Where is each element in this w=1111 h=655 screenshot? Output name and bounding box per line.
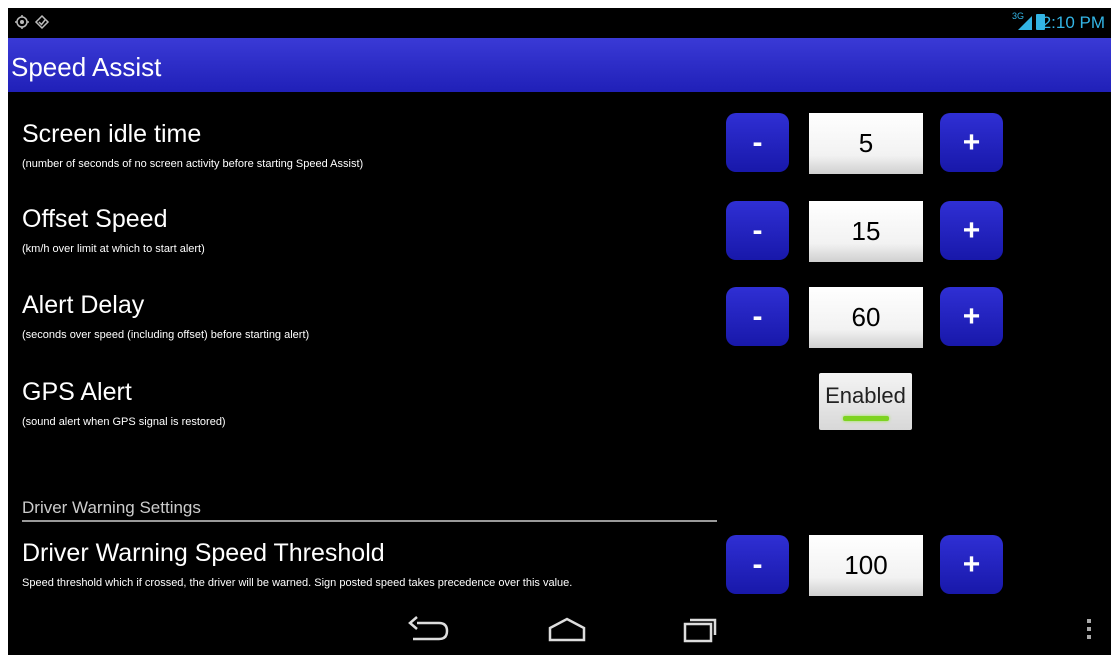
- setting-title: GPS Alert: [22, 378, 132, 406]
- setting-description: (number of seconds of no screen activity…: [22, 158, 364, 170]
- action-bar: Speed Assist: [8, 38, 1111, 92]
- app-title: Speed Assist: [11, 52, 162, 82]
- decrement-button[interactable]: -: [726, 201, 789, 260]
- setting-title: Screen idle time: [22, 120, 202, 148]
- app-window: 3G 2:10 PM Speed Assist Screen idle time…: [8, 8, 1111, 655]
- navigation-bar: [8, 603, 1111, 655]
- setting-title: Alert Delay: [22, 291, 145, 319]
- increment-button[interactable]: +: [940, 535, 1003, 594]
- overflow-menu-icon[interactable]: [1086, 617, 1092, 641]
- decrement-button[interactable]: -: [726, 287, 789, 346]
- increment-button[interactable]: +: [940, 113, 1003, 172]
- signal-icon: [1018, 16, 1032, 30]
- section-header: Driver Warning Settings: [22, 498, 201, 517]
- value-field[interactable]: 60: [809, 287, 923, 348]
- value-field[interactable]: 5: [809, 113, 923, 174]
- section-divider: [22, 520, 717, 522]
- status-bar: 3G 2:10 PM: [8, 8, 1111, 38]
- back-icon[interactable]: [405, 613, 451, 645]
- recent-apps-icon[interactable]: [677, 613, 723, 645]
- increment-button[interactable]: +: [940, 201, 1003, 260]
- setting-title: Offset Speed: [22, 205, 168, 233]
- value-field[interactable]: 15: [809, 201, 923, 262]
- gps-alert-toggle[interactable]: Enabled: [819, 373, 912, 430]
- gps-icon: [15, 15, 29, 29]
- value-field[interactable]: 100: [809, 535, 923, 596]
- decrement-button[interactable]: -: [726, 113, 789, 172]
- setting-title: Driver Warning Speed Threshold: [22, 539, 385, 567]
- setting-description: (seconds over speed (including offset) b…: [22, 329, 310, 341]
- home-icon[interactable]: [544, 613, 590, 645]
- sync-icon: [34, 14, 50, 30]
- decrement-button[interactable]: -: [726, 535, 789, 594]
- setting-description: (km/h over limit at which to start alert…: [22, 243, 205, 255]
- setting-description: (sound alert when GPS signal is restored…: [22, 416, 226, 428]
- setting-description: Speed threshold which if crossed, the dr…: [22, 577, 573, 589]
- toggle-on-indicator: [843, 416, 889, 421]
- toggle-label: Enabled: [825, 383, 906, 408]
- increment-button[interactable]: +: [940, 287, 1003, 346]
- clock: 2:10 PM: [1041, 13, 1105, 32]
